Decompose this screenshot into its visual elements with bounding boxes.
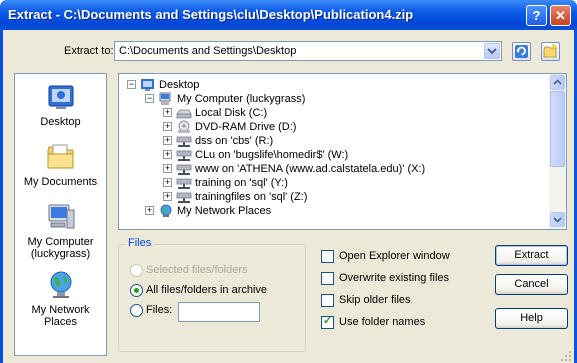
tree-expander[interactable]: + <box>163 192 172 201</box>
tree-item-label: training on 'sql' (Y:) <box>195 177 288 189</box>
extract-to-combobox[interactable]: C:\Documents and Settings\Desktop <box>114 41 502 61</box>
network-icon <box>160 204 172 217</box>
radio-files-label: Files: <box>146 304 173 316</box>
place-desktop[interactable]: Desktop <box>15 82 106 128</box>
place-label: My Network Places <box>31 304 90 328</box>
folder-icon <box>47 144 73 169</box>
chevron-down-icon <box>487 48 497 55</box>
tree-expander[interactable]: + <box>163 164 172 173</box>
radio-selected-files-label: Selected files/folders <box>146 264 248 276</box>
radio-files[interactable] <box>130 304 143 317</box>
network-icon <box>50 271 71 298</box>
new-folder-icon <box>543 43 558 58</box>
network-drive-icon <box>176 136 192 147</box>
tree-expander[interactable]: + <box>163 108 172 117</box>
title-close-button[interactable]: ✕ <box>550 5 571 26</box>
refresh-button[interactable] <box>512 42 531 61</box>
folder-tree[interactable]: − Desktop − My Computer (luckygrass) + L… <box>118 73 567 230</box>
computer-icon <box>159 92 171 105</box>
extract-button[interactable]: Extract <box>495 245 568 266</box>
chevron-down-icon <box>553 217 562 223</box>
tree-expander[interactable]: + <box>163 150 172 159</box>
cancel-button[interactable]: Cancel <box>495 274 568 295</box>
desktop-icon <box>48 85 73 109</box>
network-drive-icon <box>176 164 192 175</box>
tree-item-label: DVD-RAM Drive (D:) <box>195 121 297 133</box>
network-drive-icon <box>176 192 192 203</box>
place-label: My Documents <box>23 176 98 188</box>
tree-vertical-scrollbar[interactable] <box>549 74 566 229</box>
help-button[interactable]: Help <box>495 308 568 329</box>
tree-expander[interactable]: + <box>163 122 172 131</box>
checkbox-overwrite[interactable] <box>321 272 334 285</box>
radio-selected-dot <box>134 288 139 293</box>
tree-item-label: Desktop <box>159 79 200 91</box>
tree-expander[interactable]: + <box>163 178 172 187</box>
title-help-button[interactable]: ? <box>526 5 547 26</box>
tree-expander[interactable]: + <box>163 136 172 145</box>
files-group-box <box>118 244 306 352</box>
tree-expander[interactable]: − <box>145 94 154 103</box>
tree-item-label: dss on 'cbs' (R:) <box>195 135 274 147</box>
open-explorer-label: Open Explorer window <box>339 250 450 262</box>
place-my-documents[interactable]: My Documents <box>15 142 106 188</box>
cd-drive-icon <box>178 120 190 133</box>
new-folder-button[interactable] <box>541 42 560 61</box>
radio-all-files[interactable] <box>130 284 143 297</box>
tree-expander[interactable]: + <box>145 206 154 215</box>
combo-dropdown-button[interactable] <box>484 43 500 59</box>
computer-icon <box>48 204 74 229</box>
checkbox-use-folder-names[interactable]: ✓ <box>321 315 334 329</box>
files-input[interactable] <box>178 302 260 322</box>
tree-item-label: trainingfiles on 'sql' (Z:) <box>195 191 308 203</box>
network-drive-icon <box>176 150 192 161</box>
drive-icon <box>176 109 192 119</box>
tree-item-label: CLu on 'bugslife\homedir$' (W:) <box>195 149 349 161</box>
chevron-up-icon <box>553 79 562 85</box>
place-my-network[interactable]: My Network Places <box>15 270 106 328</box>
desktop-icon <box>141 79 154 91</box>
checkbox-skip-older[interactable] <box>321 294 334 307</box>
place-label: My Computer (luckygrass) <box>27 236 94 260</box>
use-folder-names-label: Use folder names <box>339 316 426 328</box>
radio-all-files-label: All files/folders in archive <box>146 284 268 296</box>
tree-item-label: Local Disk (C:) <box>195 107 268 119</box>
tree-item-label: My Network Places <box>177 205 272 217</box>
place-my-computer[interactable]: My Computer (luckygrass) <box>15 202 106 260</box>
network-drive-icon <box>176 178 192 189</box>
tree-item-label: www on 'ATHENA (www.ad.calstatela.edu)' … <box>195 163 426 175</box>
files-group-title: Files <box>125 237 155 249</box>
place-label: Desktop <box>40 116 81 128</box>
refresh-icon <box>515 45 528 58</box>
scroll-down-button[interactable] <box>550 212 565 227</box>
resize-grip-icon[interactable] <box>560 350 572 362</box>
overwrite-label: Overwrite existing files <box>339 272 450 284</box>
title-bar[interactable]: Extract - C:\Documents and Settings\clu\… <box>0 0 577 30</box>
tree-item-label: My Computer (luckygrass) <box>177 93 306 105</box>
window-title: Extract - C:\Documents and Settings\clu\… <box>8 7 414 22</box>
extract-to-label: Extract to: <box>64 45 114 57</box>
checkbox-open-explorer[interactable] <box>321 250 334 263</box>
radio-selected-files <box>130 264 143 277</box>
check-mark-icon: ✓ <box>323 315 333 327</box>
skip-older-label: Skip older files <box>339 294 411 306</box>
places-bar: Desktop My Documents My Computer (luckyg… <box>14 73 107 356</box>
scroll-thumb[interactable] <box>550 91 565 167</box>
tree-expander[interactable]: − <box>127 80 136 89</box>
scroll-up-button[interactable] <box>550 75 565 90</box>
